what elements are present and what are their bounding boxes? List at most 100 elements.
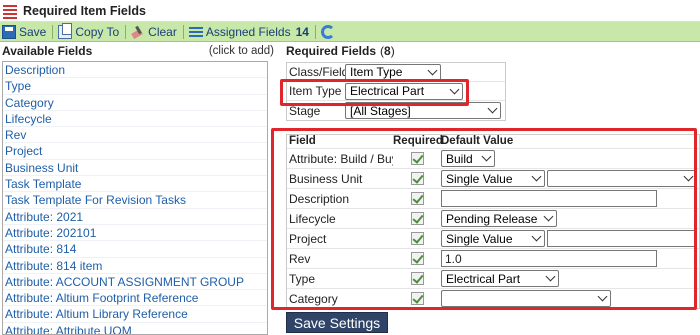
required-checkbox[interactable]	[410, 172, 424, 185]
default-value-select[interactable]: Single Value	[441, 170, 545, 187]
table-row: Business Unit Single Value	[287, 168, 699, 188]
list-item[interactable]: Attribute: Altium Library Reference	[3, 306, 267, 323]
class-field-value: Item Type	[350, 65, 403, 79]
filter-table: Class/Field Item Type Item Type Electric…	[286, 62, 506, 121]
required-checkbox[interactable]	[410, 292, 424, 305]
required-fields-heading: Required Fields	[286, 43, 377, 58]
column-header-field: Field	[289, 135, 316, 147]
default-value-extra-input[interactable]	[547, 230, 697, 247]
table-row: Rev 1.0	[287, 248, 699, 268]
column-header-required: Required	[393, 135, 443, 147]
toolbar-divider	[52, 24, 54, 39]
table-row: Category	[287, 288, 699, 308]
list-item[interactable]: Attribute: Attribute UOM	[3, 323, 267, 334]
list-item[interactable]: Attribute: 2021	[3, 209, 267, 225]
toolbar-divider	[314, 24, 316, 39]
required-checkbox[interactable]	[410, 152, 424, 165]
default-value: Electrical Part	[446, 271, 521, 286]
chevron-down-icon	[545, 271, 556, 282]
stage-label: Stage	[289, 103, 321, 118]
chevron-down-icon	[597, 291, 608, 302]
list-item[interactable]: Attribute: 202101	[3, 225, 267, 242]
class-field-row: Class/Field Item Type	[287, 63, 505, 82]
available-fields-panel: Available Fields (click to add) Descript…	[0, 42, 278, 335]
field-name: Attribute: Build / Buy	[289, 151, 393, 166]
stage-select[interactable]: [All Stages]	[345, 102, 501, 119]
required-fields-panel: Required Fields (8) Class/Field Item Typ…	[286, 42, 700, 335]
required-checkbox[interactable]	[410, 192, 424, 205]
assigned-fields-button[interactable]: Assigned Fields 14	[188, 23, 309, 41]
item-type-label: Item Type	[289, 84, 342, 98]
default-value-select[interactable]: Pending Release	[441, 210, 557, 227]
item-type-row: Item Type Electrical Part	[287, 82, 505, 101]
default-value-select[interactable]: Electrical Part	[441, 270, 559, 287]
refresh-icon	[320, 24, 335, 39]
required-checkbox[interactable]	[410, 252, 424, 265]
toolbar-divider	[125, 24, 127, 39]
list-item[interactable]: Task Template	[3, 176, 267, 193]
list-item[interactable]: Category	[3, 95, 267, 111]
list-item[interactable]: Business Unit	[3, 160, 267, 177]
class-field-select[interactable]: Item Type	[345, 63, 441, 81]
chevron-down-icon	[449, 84, 460, 94]
save-button[interactable]: Save	[2, 23, 46, 41]
class-field-label: Class/Field	[289, 65, 349, 79]
chevron-down-icon	[531, 171, 542, 182]
chevron-down-icon	[543, 211, 554, 222]
list-item[interactable]: Task Template For Revision Tasks	[3, 192, 267, 209]
chevron-down-icon	[683, 171, 694, 182]
available-fields-heading: Available Fields	[2, 43, 93, 58]
list-item[interactable]: Attribute: 814 item	[3, 258, 267, 274]
list-item[interactable]: Rev	[3, 127, 267, 144]
default-value-input[interactable]	[441, 190, 657, 207]
column-header-default: Default Value	[441, 135, 514, 147]
title-bar: Required Item Fields	[0, 0, 700, 22]
field-name: Business Unit	[289, 171, 363, 186]
copy-to-button[interactable]: Copy To	[58, 22, 120, 41]
list-app-icon	[3, 3, 17, 19]
required-checkbox[interactable]	[410, 212, 424, 225]
default-value-select[interactable]: Single Value	[441, 230, 545, 247]
save-settings-button[interactable]: Save Settings	[286, 312, 388, 333]
eraser-icon	[131, 25, 145, 39]
table-row: Lifecycle Pending Release	[287, 208, 699, 228]
list-item[interactable]: Project	[3, 143, 267, 160]
toolbar: Save Copy To Clear Assigned Fields 14	[0, 22, 700, 42]
available-fields-list: Description Type Category Lifecycle Rev …	[2, 61, 268, 335]
required-checkbox[interactable]	[410, 232, 424, 245]
chevron-down-icon	[487, 103, 498, 114]
assigned-fields-label: Assigned Fields	[205, 24, 291, 39]
default-value: Single Value	[446, 231, 513, 246]
field-name: Type	[289, 271, 316, 286]
click-to-add-hint: (click to add)	[208, 44, 274, 57]
table-row: Type Electrical Part	[287, 268, 699, 288]
item-type-value: Electrical Part	[350, 84, 425, 98]
floppy-disk-icon	[2, 24, 16, 39]
list-item[interactable]: Description	[3, 62, 267, 79]
table-header: Field Required Default Value	[287, 135, 699, 148]
list-item[interactable]: Attribute: Altium Footprint Reference	[3, 290, 267, 307]
required-checkbox[interactable]	[410, 272, 424, 285]
field-name: Project	[289, 231, 327, 246]
default-value: Build	[446, 151, 473, 166]
item-type-select[interactable]: Electrical Part	[345, 82, 463, 100]
list-item[interactable]: Attribute: 814	[3, 241, 267, 258]
default-value-input[interactable]: 1.0	[441, 250, 657, 267]
toolbar-divider	[182, 24, 184, 39]
default-value: Single Value	[446, 171, 513, 186]
list-item[interactable]: Lifecycle	[3, 111, 267, 128]
copy-to-label: Copy To	[75, 24, 120, 39]
required-fields-count: 8	[384, 43, 391, 58]
assigned-fields-count: 14	[295, 24, 309, 39]
default-value-select[interactable]	[441, 290, 611, 307]
refresh-button[interactable]	[320, 23, 338, 41]
chevron-down-icon	[531, 231, 542, 242]
list-item[interactable]: Type	[3, 78, 267, 95]
default-value-select[interactable]: Build	[441, 150, 495, 167]
clear-button[interactable]: Clear	[131, 23, 177, 41]
list-item[interactable]: Attribute: ACCOUNT ASSIGNMENT GROUP	[3, 274, 267, 291]
field-name: Description	[289, 191, 350, 206]
chevron-down-icon	[427, 65, 438, 75]
default-value-extra-select[interactable]	[547, 170, 697, 187]
clear-label: Clear	[148, 24, 177, 39]
